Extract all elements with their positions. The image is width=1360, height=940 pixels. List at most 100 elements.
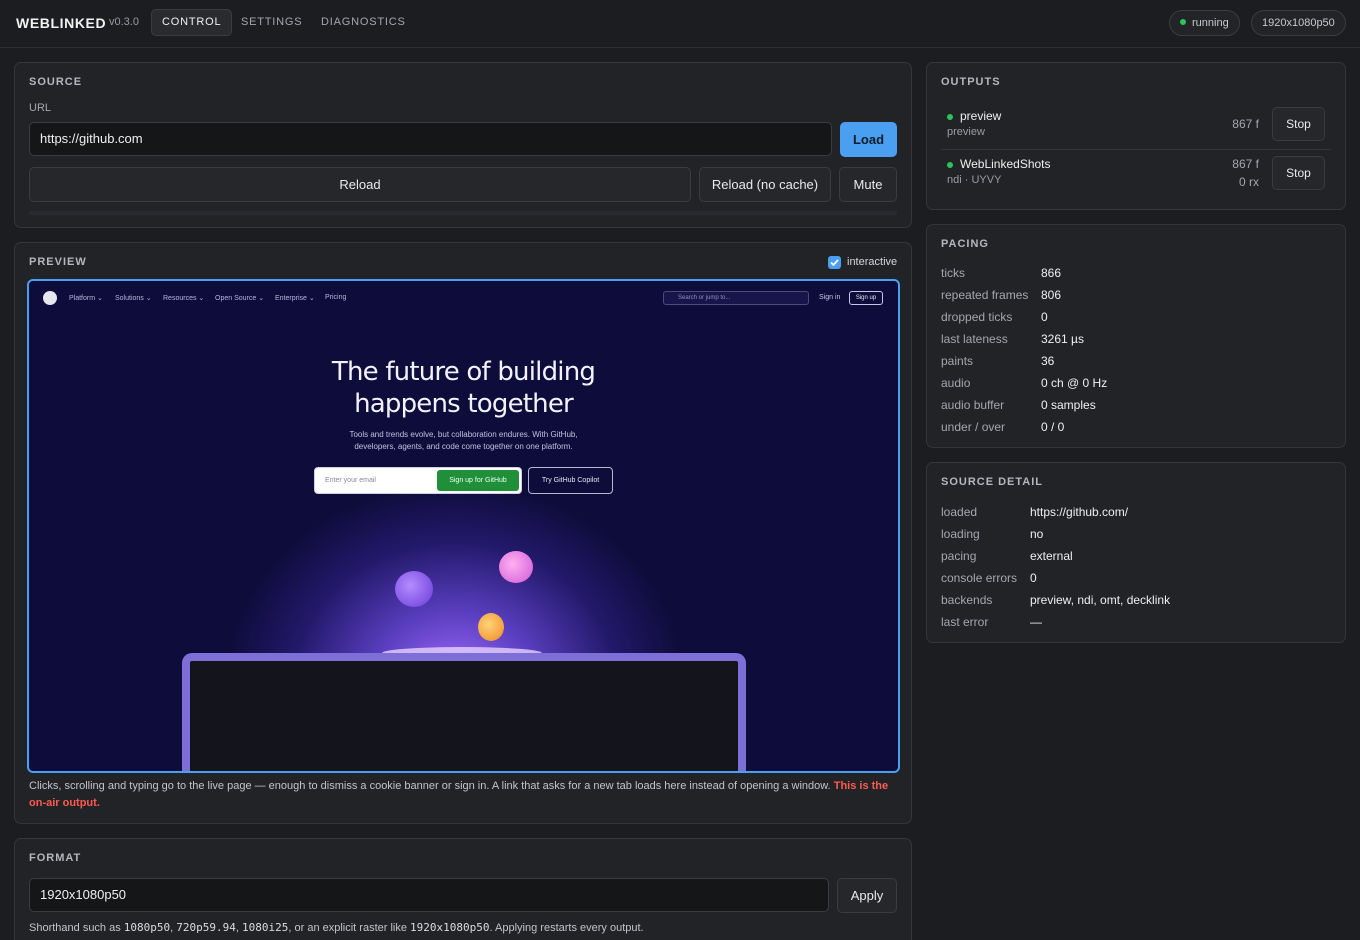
pacing-key: repeated frames: [941, 288, 1029, 302]
gh-sign-in-link[interactable]: Sign in: [819, 294, 840, 301]
mute-button[interactable]: Mute: [839, 167, 897, 202]
format-input[interactable]: 1920x1080p50: [29, 878, 829, 912]
pacing-value: 806: [1041, 288, 1062, 302]
pacing-key: under / over: [941, 420, 1006, 434]
format-example-4: 1920x1080p50: [410, 921, 490, 934]
gh-nav-solutions[interactable]: Solutions ⌄: [115, 294, 152, 302]
pacing-value: 3261 µs: [1041, 332, 1084, 346]
gh-subtitle-line-1: Tools and trends evolve, but collaborati…: [349, 430, 578, 439]
mascot-blob-icon: [395, 571, 433, 607]
output-name: WebLinkedShots: [960, 157, 1051, 171]
detail-key: last error: [941, 615, 989, 629]
gh-headline-line-1: The future of building: [331, 357, 596, 387]
format-help-mid: , or an explicit raster like: [288, 922, 407, 934]
pacing-value: 0 ch @ 0 Hz: [1041, 376, 1108, 390]
app-brand: WEBLINKED: [16, 15, 107, 31]
duck-pink-icon: [499, 551, 533, 583]
load-progress-bar: [29, 211, 897, 215]
preview-title: PREVIEW: [29, 256, 87, 268]
output-sub: preview: [947, 126, 985, 138]
gh-nav-enterprise[interactable]: Enterprise ⌄: [275, 294, 315, 302]
gh-nav-open-source[interactable]: Open Source ⌄: [215, 294, 264, 302]
format-example-3: 1080i25: [242, 921, 289, 934]
pacing-key: ticks: [941, 266, 965, 280]
pacing-value: 866: [1041, 266, 1062, 280]
status-dot-icon: [1180, 19, 1186, 25]
app-version: v0.3.0: [109, 16, 139, 28]
pacing-key: audio: [941, 376, 971, 390]
outputs-title: OUTPUTS: [941, 76, 1001, 88]
gh-subtitle-line-2: developers, agents, and code come togeth…: [354, 442, 573, 451]
tab-diagnostics[interactable]: DIAGNOSTICS: [310, 9, 417, 36]
gh-copilot-button[interactable]: Try GitHub Copilot: [528, 467, 613, 494]
apply-button[interactable]: Apply: [837, 878, 897, 913]
detail-value: https://github.com/: [1030, 505, 1129, 519]
reload-nocache-button[interactable]: Reload (no cache): [699, 167, 831, 202]
format-badge: 1920x1080p50: [1251, 10, 1346, 36]
detail-value: 0: [1030, 571, 1037, 585]
gh-email-form[interactable]: Enter your email Sign up for GitHub: [314, 467, 522, 494]
pacing-panel: PACING ticks 866 repeated frames 806 dro…: [926, 224, 1346, 448]
gh-nav-platform[interactable]: Platform ⌄: [69, 294, 103, 302]
output-frames: 867 f: [1232, 117, 1259, 131]
pacing-key: dropped ticks: [941, 310, 1013, 324]
stop-button[interactable]: Stop: [1272, 107, 1325, 141]
format-help-pre: Shorthand such as: [29, 922, 121, 934]
pacing-key: last lateness: [941, 332, 1008, 346]
url-label: URL: [29, 102, 52, 114]
output-rx: 0 rx: [1238, 175, 1259, 189]
gh-nav-pricing[interactable]: Pricing: [325, 294, 346, 301]
format-title: FORMAT: [29, 852, 82, 864]
stop-button[interactable]: Stop: [1272, 156, 1325, 190]
interactive-label: interactive: [847, 256, 898, 268]
detail-key: backends: [941, 593, 993, 607]
reload-button[interactable]: Reload: [29, 167, 691, 202]
detail-key: console errors: [941, 571, 1018, 585]
load-button[interactable]: Load: [840, 122, 897, 157]
output-sub: ndi · UYVY: [947, 174, 1002, 186]
detail-key: loaded: [941, 505, 978, 519]
gh-sign-up-button[interactable]: Sign up: [849, 291, 883, 305]
status-text: running: [1192, 17, 1229, 29]
output-status-dot-icon: [947, 114, 953, 120]
interactive-checkbox[interactable]: [828, 256, 841, 269]
pacing-value: 36: [1041, 354, 1055, 368]
detail-key: pacing: [941, 549, 977, 563]
output-frames: 867 f: [1232, 157, 1259, 171]
github-nav[interactable]: Platform ⌄ Solutions ⌄ Resources ⌄ Open …: [29, 281, 898, 315]
live-preview[interactable]: Platform ⌄ Solutions ⌄ Resources ⌄ Open …: [27, 279, 900, 773]
gh-nav-resources[interactable]: Resources ⌄: [163, 294, 204, 302]
status-badge: running: [1169, 10, 1240, 36]
top-bar: WEBLINKED v0.3.0 CONTROL SETTINGS DIAGNO…: [0, 0, 1360, 48]
url-input[interactable]: https://github.com: [29, 122, 832, 156]
gh-signup-github-button[interactable]: Sign up for GitHub: [437, 470, 519, 491]
gh-headline-line-2: happens together: [354, 389, 574, 419]
format-sep-2: ,: [235, 922, 239, 934]
pacing-value: 0 / 0: [1041, 420, 1065, 434]
detail-value: no: [1030, 527, 1044, 541]
gh-headline: The future of building happens together: [29, 356, 898, 420]
format-help-post: . Applying restarts every output.: [489, 922, 644, 934]
outputs-panel: OUTPUTS preview preview 867 f Stop WebLi…: [926, 62, 1346, 210]
source-title: SOURCE: [29, 76, 83, 88]
gh-search-input[interactable]: Search or jump to...: [663, 291, 809, 305]
divider: [941, 149, 1331, 150]
output-status-dot-icon: [947, 162, 953, 168]
pacing-value: 0 samples: [1041, 398, 1096, 412]
gh-subtitle: Tools and trends evolve, but collaborati…: [29, 429, 898, 453]
detail-value: preview, ndi, omt, decklink: [1030, 593, 1171, 607]
format-sep-1: ,: [170, 922, 174, 934]
source-panel: SOURCE URL https://github.com Load Reloa…: [14, 62, 912, 228]
format-example-1: 1080p50: [123, 921, 171, 934]
source-detail-title: SOURCE DETAIL: [941, 476, 1044, 488]
gh-email-input[interactable]: Enter your email: [325, 477, 376, 484]
preview-note: Clicks, scrolling and typing go to the l…: [29, 778, 889, 812]
format-panel: FORMAT 1920x1080p50 Apply Shorthand such…: [14, 838, 912, 940]
preview-panel: PREVIEW interactive Platform ⌄ Solutions…: [14, 242, 912, 824]
github-logo-icon[interactable]: [43, 291, 57, 305]
laptop-illustration: [182, 653, 746, 771]
tab-settings[interactable]: SETTINGS: [230, 9, 313, 36]
tab-control[interactable]: CONTROL: [151, 9, 233, 36]
duck-yellow-icon: [478, 613, 504, 641]
pacing-value: 0: [1041, 310, 1048, 324]
